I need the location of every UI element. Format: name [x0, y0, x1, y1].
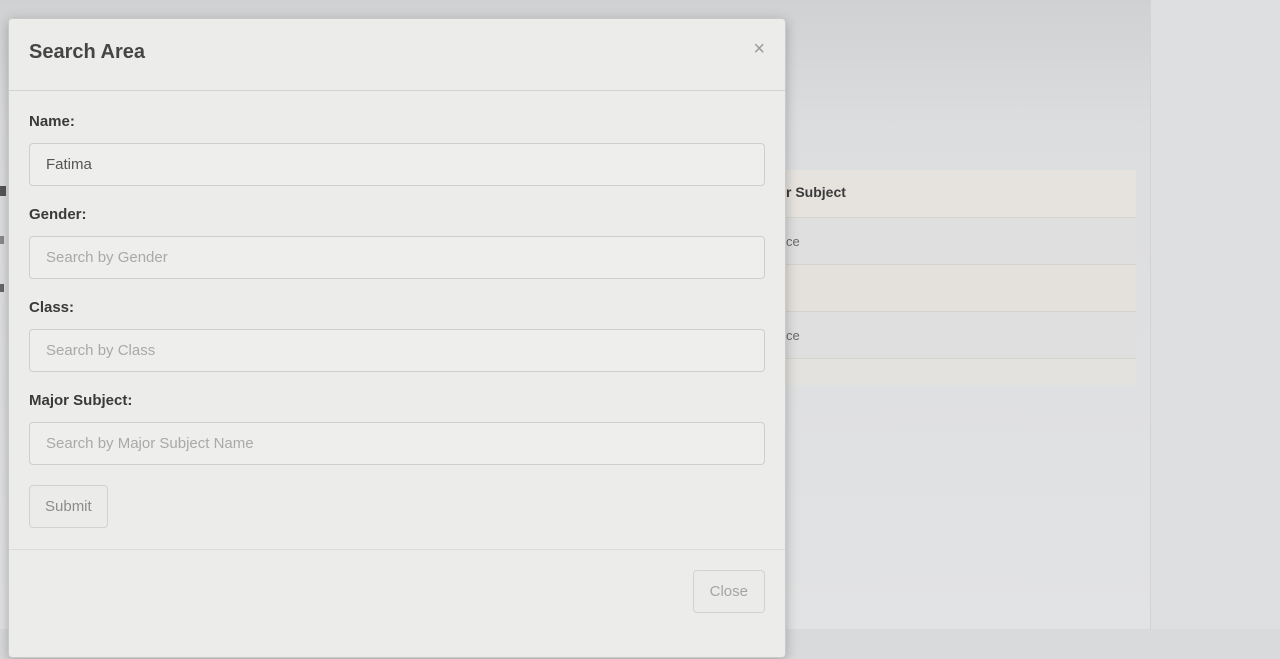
table-row: ce: [786, 311, 1136, 358]
class-label: Class:: [29, 299, 75, 316]
close-button[interactable]: Close: [692, 570, 765, 613]
name-input[interactable]: [29, 143, 765, 186]
table-header-major-subject: r Subject: [786, 184, 846, 200]
major-subject-label: Major Subject:: [29, 392, 133, 409]
modal-title: Search Area: [29, 41, 145, 63]
table-row: [786, 264, 1136, 311]
search-form: Name: Gender: Class: Major Subject: Subm…: [9, 91, 785, 528]
close-icon[interactable]: ×: [753, 39, 765, 59]
left-edge-mark: [0, 186, 6, 196]
class-input[interactable]: [29, 329, 765, 372]
right-sidebar-strip: [1150, 0, 1280, 629]
gender-input[interactable]: [29, 236, 765, 279]
gender-label: Gender:: [29, 206, 87, 223]
major-subject-input[interactable]: [29, 422, 765, 465]
table-row: ce: [786, 217, 1136, 264]
name-label: Name:: [29, 113, 75, 130]
background-results-table: r Subject ce ce: [786, 170, 1136, 385]
left-edge-mark: [0, 236, 4, 244]
left-edge-mark: [0, 284, 4, 292]
table-header-row: r Subject: [786, 170, 1136, 217]
table-row: [786, 358, 1136, 385]
table-cell: ce: [786, 328, 800, 343]
table-cell: ce: [786, 234, 800, 249]
search-area-modal: Search Area × Name: Gender: Class: Major…: [8, 18, 786, 658]
modal-footer: Close: [9, 549, 785, 659]
submit-button[interactable]: Submit: [29, 485, 108, 528]
modal-header: Search Area ×: [9, 19, 785, 91]
